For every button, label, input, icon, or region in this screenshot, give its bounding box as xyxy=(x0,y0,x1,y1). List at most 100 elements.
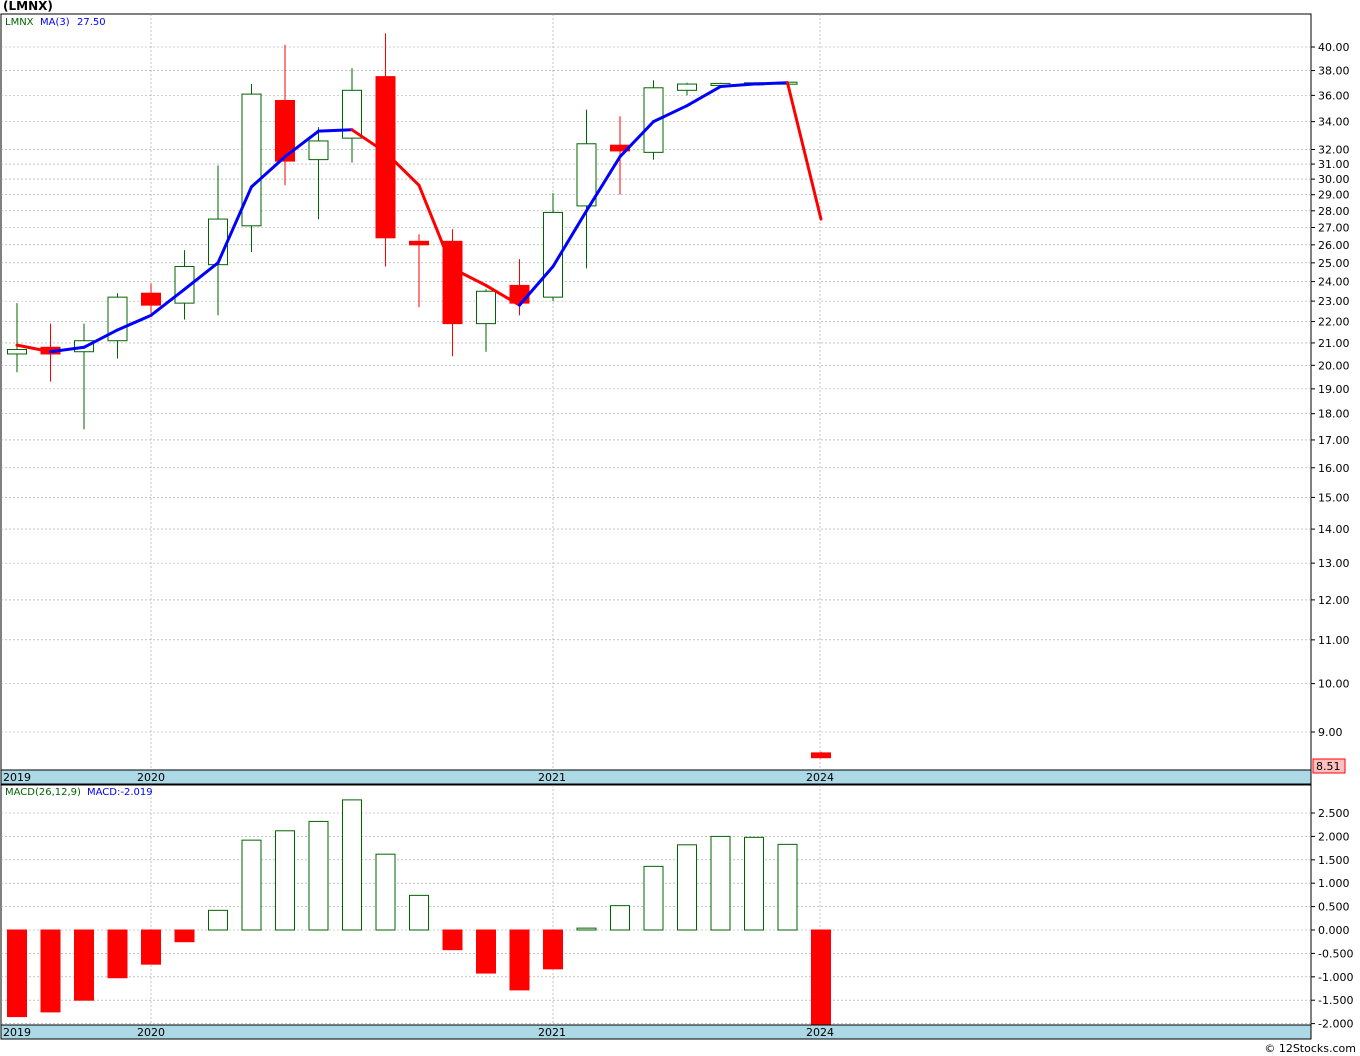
macd-bar xyxy=(811,929,831,1025)
price-tick-label: 30.00 xyxy=(1318,173,1350,186)
macd-bar xyxy=(476,929,496,974)
macd-indicator-legend: MACD(26,12,9) xyxy=(5,787,81,798)
macd-bar xyxy=(777,843,798,931)
macd-tick-label: -1.000 xyxy=(1318,971,1353,984)
price-date-band: 2019 2020 2021 2024 xyxy=(0,769,1312,785)
last-price-label: 8.51 xyxy=(1316,760,1341,773)
price-tick-label: 36.00 xyxy=(1318,89,1350,102)
macd-axis: 2.500 2.000 1.500 1.000 0.500 0.000 -0.500 -1.0… xyxy=(1311,807,1353,1031)
price-tick-label: 13.00 xyxy=(1318,557,1350,570)
candle-body xyxy=(308,140,329,161)
macd-panel: 2.500 2.000 1.500 1.000 0.500 0.000 -0.500 -1.0… xyxy=(0,784,1353,1031)
macd-bar xyxy=(576,927,597,931)
macd-bar xyxy=(7,929,27,1018)
macd-date-label: 2021 xyxy=(538,1026,566,1039)
price-tick-label: 11.00 xyxy=(1318,634,1350,647)
macd-bar xyxy=(543,929,563,970)
candle-body xyxy=(7,349,27,355)
credit-text: © 12Stocks.com xyxy=(1264,1042,1356,1055)
price-tick-label: 24.00 xyxy=(1318,276,1350,289)
price-tick-label: 40.00 xyxy=(1318,41,1350,54)
macd-bar xyxy=(643,865,664,931)
macd-bar xyxy=(677,844,697,931)
price-tick-label: 32.00 xyxy=(1318,143,1350,156)
price-tick-label: 22.00 xyxy=(1318,316,1350,329)
macd-bar xyxy=(610,905,630,931)
macd-tick-label: -0.500 xyxy=(1318,947,1353,960)
candle-body xyxy=(141,292,161,306)
price-tick-label: 20.00 xyxy=(1318,359,1350,372)
stock-chart: (LMNX) 40.00 38.00 36.00 34.00 32.00 31.00 30.… xyxy=(0,0,1356,1055)
macd-bar xyxy=(710,835,731,931)
macd-bar xyxy=(442,929,463,951)
price-panel: 40.00 38.00 36.00 34.00 32.00 31.00 30.00 29.00… xyxy=(0,13,1350,774)
price-tick-label: 19.00 xyxy=(1318,383,1350,396)
ma-legend: MA(3) xyxy=(40,17,70,28)
macd-bar xyxy=(174,929,195,943)
price-date-label: 2021 xyxy=(538,771,566,784)
price-tick-label: 38.00 xyxy=(1318,65,1350,78)
macd-bar xyxy=(308,820,329,931)
price-tick-label: 10.00 xyxy=(1318,678,1350,691)
ma-segment xyxy=(317,128,354,133)
macd-bar xyxy=(74,929,94,1001)
macd-date-band-bg xyxy=(0,1024,1312,1040)
ma-segment xyxy=(752,81,789,86)
macd-tick-label: -1.500 xyxy=(1318,994,1353,1007)
macd-date-band: 2019 2020 2021 2024 xyxy=(0,1024,1312,1040)
chart-title: (LMNX) xyxy=(3,0,53,13)
price-tick-label: 12.00 xyxy=(1318,594,1350,607)
price-tick-label: 17.00 xyxy=(1318,434,1350,447)
candle-body xyxy=(811,752,831,759)
macd-bar xyxy=(744,836,764,931)
macd-tick-label: 1.000 xyxy=(1318,877,1350,890)
candle-body xyxy=(241,93,262,227)
price-tick-label: 14.00 xyxy=(1318,523,1350,536)
price-tick-label: 16.00 xyxy=(1318,462,1350,475)
price-tick-label: 34.00 xyxy=(1318,116,1350,129)
price-axis: 40.00 38.00 36.00 34.00 32.00 31.00 30.00 29.00… xyxy=(1311,41,1350,739)
price-tick-label: 18.00 xyxy=(1318,408,1350,421)
macd-tick-label: 1.500 xyxy=(1318,854,1350,867)
macd-date-label: 2020 xyxy=(137,1026,165,1039)
macd-value-legend: MACD:-2.019 xyxy=(87,787,153,798)
macd-tick-label: -2.000 xyxy=(1318,1018,1353,1031)
macd-date-label: 2019 xyxy=(3,1026,31,1039)
ticker-legend: LMNX xyxy=(5,17,34,28)
ma-value-legend: 27.50 xyxy=(77,17,106,28)
macd-tick-label: 2.000 xyxy=(1318,830,1350,843)
price-tick-label: 27.00 xyxy=(1318,221,1350,234)
macd-date-label: 2024 xyxy=(806,1026,834,1039)
price-tick-label: 15.00 xyxy=(1318,491,1350,504)
macd-bar xyxy=(409,894,429,931)
price-date-label: 2019 xyxy=(3,771,31,784)
macd-tick-label: 0.000 xyxy=(1318,924,1350,937)
price-tick-label: 23.00 xyxy=(1318,295,1350,308)
macd-bar xyxy=(275,830,295,931)
macd-bar xyxy=(509,929,530,991)
price-date-label: 2024 xyxy=(806,771,834,784)
price-tick-label: 26.00 xyxy=(1318,239,1350,252)
macd-bar xyxy=(40,929,61,1013)
candle-body xyxy=(476,290,496,325)
candle-body xyxy=(208,218,228,266)
candle-body xyxy=(677,83,697,91)
candle-body xyxy=(576,143,597,207)
macd-tick-label: 2.500 xyxy=(1318,807,1350,820)
price-tick-label: 31.00 xyxy=(1318,158,1350,171)
macd-bar xyxy=(208,909,228,931)
price-tick-label: 21.00 xyxy=(1318,337,1350,350)
price-tick-label: 28.00 xyxy=(1318,205,1350,218)
price-date-band-bg xyxy=(0,769,1312,785)
macd-bar xyxy=(241,839,262,931)
price-tick-label: 9.00 xyxy=(1318,726,1343,739)
price-date-label: 2020 xyxy=(137,771,165,784)
macd-bar xyxy=(141,929,161,965)
candle-body xyxy=(409,240,429,246)
macd-bar xyxy=(342,799,362,931)
macd-bar xyxy=(107,929,128,979)
macd-tick-label: 0.500 xyxy=(1318,901,1350,914)
price-tick-label: 29.00 xyxy=(1318,189,1350,202)
price-tick-label: 25.00 xyxy=(1318,257,1350,270)
macd-bar xyxy=(375,853,396,931)
